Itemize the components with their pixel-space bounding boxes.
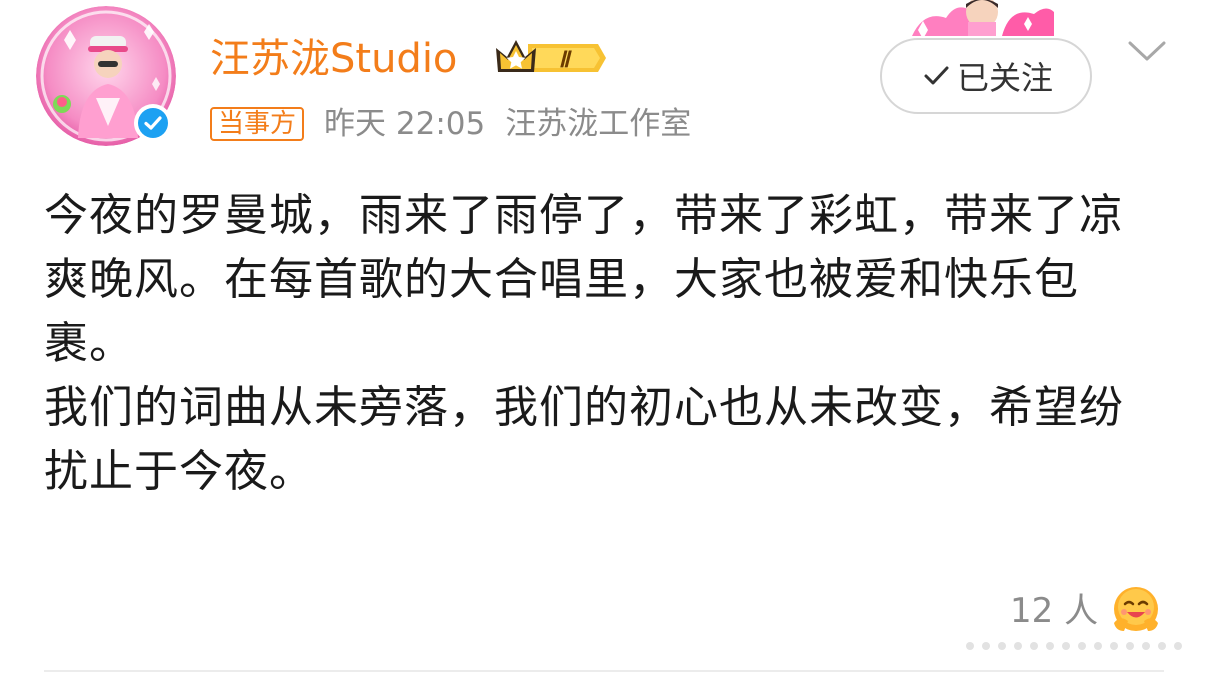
weibo-post: 汪苏泷Studio Ⅱ 当事方 昨天 22:05 汪苏泷工作室 已关注 今夜的罗…: [0, 0, 1206, 676]
post-text: 今夜的罗曼城，雨来了雨停了，带来了彩虹，带来了凉爽晚风。在每首歌的大合唱里，大家…: [44, 184, 1134, 504]
divider: [44, 670, 1164, 672]
hug-face-emoji-icon: [1114, 587, 1159, 631]
post-paragraph: 我们的词曲从未旁落，我们的初心也从未改变，希望纷扰止于今夜。: [44, 382, 1124, 497]
post-source[interactable]: 汪苏泷工作室: [505, 104, 691, 144]
follow-button[interactable]: 已关注: [880, 38, 1092, 114]
post-paragraph: 今夜的罗曼城，雨来了雨停了，带来了彩虹，带来了凉爽晚风。在每首歌的大合唱里，大家…: [44, 190, 1124, 369]
chevron-down-icon[interactable]: [1126, 38, 1168, 64]
like-count: 12 人: [1010, 591, 1099, 631]
verified-check-icon: [134, 104, 172, 142]
follow-label: 已关注: [956, 59, 1053, 97]
avatar[interactable]: [36, 6, 176, 146]
party-tag: 当事方: [210, 107, 305, 141]
check-icon: [924, 66, 949, 85]
more-dots-icon: [966, 642, 1182, 650]
crown-badge-icon[interactable]: Ⅱ: [494, 36, 610, 80]
post-meta: 当事方 昨天 22:05 汪苏泷工作室: [210, 104, 691, 144]
decoration-sticker: [906, 0, 1056, 36]
reaction-summary[interactable]: 12 人: [1010, 586, 1162, 636]
user-name[interactable]: 汪苏泷Studio: [210, 32, 457, 86]
post-time: 昨天 22:05: [324, 106, 486, 142]
